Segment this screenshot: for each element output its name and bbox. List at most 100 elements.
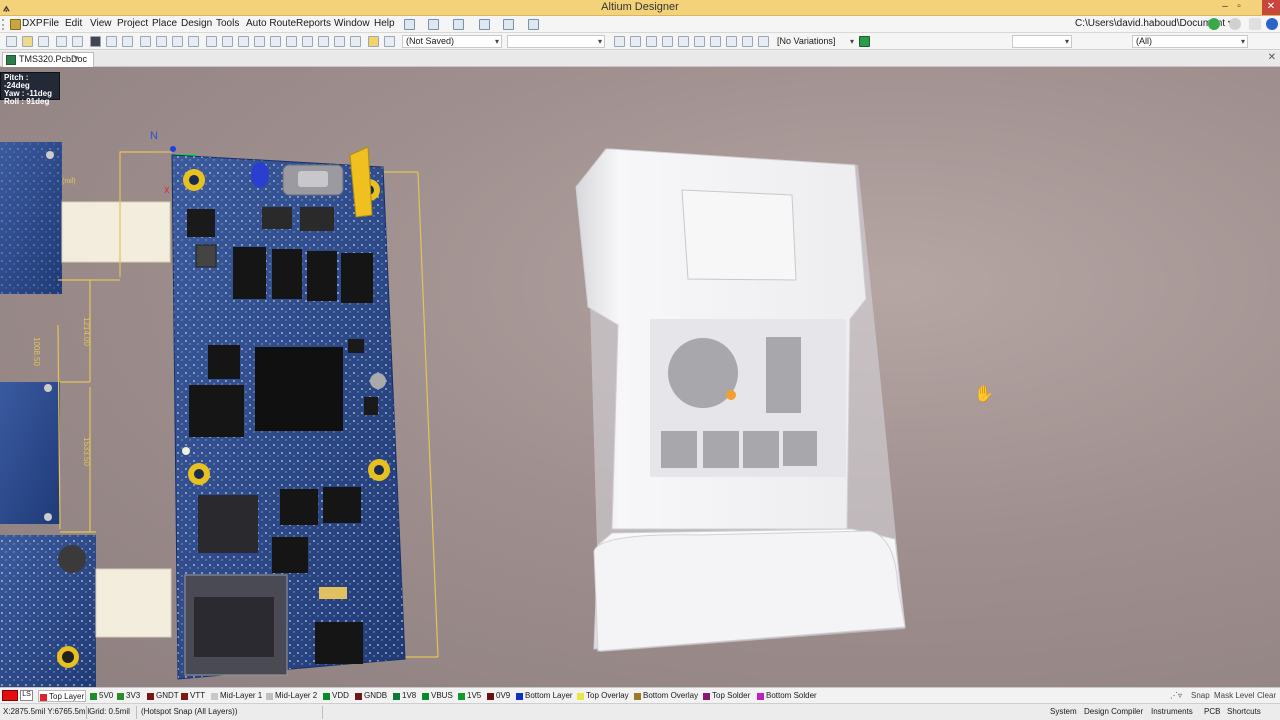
minimize-icon[interactable]: – (1218, 0, 1232, 15)
clear-filter-icon[interactable] (318, 36, 329, 47)
layer-tab[interactable]: Mid-Layer 1 (210, 690, 263, 702)
3d-view-icon[interactable] (90, 36, 101, 47)
variations-combo[interactable]: [No Variations] (773, 35, 857, 48)
interactive-route-icon[interactable] (614, 36, 625, 47)
open-folder-icon[interactable] (22, 36, 33, 47)
help-globe-icon[interactable] (1266, 18, 1278, 30)
move-icon[interactable] (286, 36, 297, 47)
new-doc-icon[interactable] (6, 36, 17, 47)
close-icon[interactable]: ✕ (1262, 0, 1280, 15)
deselect-icon[interactable] (302, 36, 313, 47)
pcb-3d-viewport[interactable]: 1008.50 1214.00 1533.50 (mil) N X ✋ Pitc… (0, 67, 1280, 687)
layer-tab[interactable]: 1V8 (392, 690, 419, 702)
home-icon[interactable] (1249, 18, 1261, 30)
layer-tab[interactable]: VTT (180, 690, 208, 702)
panel-design-compiler[interactable]: Design Compiler (1084, 707, 1143, 716)
diff-pair-route-icon[interactable] (630, 36, 641, 47)
region-icon[interactable] (726, 36, 737, 47)
print-preview-icon[interactable] (72, 36, 83, 47)
menu-dxp[interactable]: DXP (22, 18, 43, 29)
distribute-icon[interactable] (479, 19, 490, 30)
save-state-combo[interactable]: (Not Saved) (402, 35, 502, 48)
string-icon[interactable] (742, 36, 753, 47)
redo-icon[interactable] (350, 36, 361, 47)
fill-icon[interactable] (694, 36, 705, 47)
forward-nav-icon[interactable] (1208, 18, 1220, 30)
menu-window[interactable]: Window (334, 18, 370, 29)
toolbar-grip[interactable] (2, 19, 6, 30)
current-layer-swatch[interactable] (2, 690, 18, 701)
menu-view[interactable]: View (90, 18, 112, 29)
toggle-units-icon[interactable] (384, 36, 395, 47)
blank-combo[interactable] (507, 35, 605, 48)
layer-tab[interactable]: 5V0 (89, 690, 114, 702)
layer-tab[interactable]: Bottom Layer (515, 690, 574, 702)
grid-icon[interactable] (528, 19, 539, 30)
mask-level-toggle[interactable]: Mask Level (1214, 690, 1254, 702)
variant-manager-icon[interactable] (859, 36, 870, 47)
menu-design[interactable]: Design (181, 18, 212, 29)
maximize-icon[interactable]: ▫ (1232, 0, 1246, 15)
clear-button[interactable]: Clear (1257, 690, 1276, 702)
menu-tools[interactable]: Tools (216, 18, 239, 29)
back-nav-icon[interactable] (1229, 18, 1241, 30)
menu-auto-route[interactable]: Auto Route (246, 18, 296, 29)
layer-tab[interactable]: Bottom Solder (756, 690, 817, 702)
select-inside-icon[interactable] (270, 36, 281, 47)
align-icon[interactable] (428, 19, 439, 30)
menu-edit[interactable]: Edit (65, 18, 82, 29)
layer-tab[interactable]: Top Overlay (576, 690, 631, 702)
menu-reports[interactable]: Reports (296, 18, 331, 29)
cross-probe-icon[interactable] (368, 36, 379, 47)
polygon-icon[interactable] (710, 36, 721, 47)
zoom-fit-icon[interactable] (172, 36, 183, 47)
layer-set-combo[interactable] (1012, 35, 1072, 48)
component-icon[interactable] (758, 36, 769, 47)
layer-tab[interactable]: Top Solder (702, 690, 754, 702)
close-document-icon[interactable]: ✕ (1268, 52, 1276, 63)
layer-tab[interactable]: 3V3 (116, 690, 144, 702)
layer-tab[interactable]: VBUS (421, 690, 455, 702)
panel-instruments[interactable]: Instruments (1151, 707, 1193, 716)
zoom-filter-icon[interactable] (188, 36, 199, 47)
menu-file[interactable]: File (43, 18, 59, 29)
undo-icon[interactable] (334, 36, 345, 47)
board-icon[interactable] (122, 36, 133, 47)
zoom-area-icon[interactable] (140, 36, 151, 47)
panel-system[interactable]: System (1050, 707, 1077, 716)
layer-options-icon[interactable]: ⋰▿ (1170, 690, 1182, 702)
save-icon[interactable] (38, 36, 49, 47)
copy-icon[interactable] (222, 36, 233, 47)
menu-help[interactable]: Help (374, 18, 395, 29)
layer-filter-combo[interactable]: (All) (1132, 35, 1248, 48)
dxp-icon[interactable] (10, 19, 21, 30)
layer-tab[interactable]: 1V5 (457, 690, 484, 702)
via-icon[interactable] (662, 36, 673, 47)
layer-tab[interactable]: Mid-Layer 2 (265, 690, 320, 702)
room-icon[interactable] (503, 19, 514, 30)
zoom-selected-icon[interactable] (156, 36, 167, 47)
layer-tab[interactable]: GNDB (354, 690, 390, 702)
layers-icon[interactable] (106, 36, 117, 47)
layer-tab[interactable]: GNDT (146, 690, 179, 702)
snap-toggle[interactable]: Snap (1191, 690, 1210, 702)
print-icon[interactable] (56, 36, 67, 47)
panel-pcb[interactable]: PCB (1204, 707, 1220, 716)
layer-tab[interactable]: Bottom Overlay (633, 690, 700, 702)
document-tab[interactable]: TMS320.PcbDoc (2, 52, 95, 67)
layer-tab[interactable]: Top Layer (38, 690, 86, 702)
layer-tab[interactable]: VDD (322, 690, 352, 702)
rubber-stamp-icon[interactable] (254, 36, 265, 47)
layer-tab[interactable]: 0V9 (486, 690, 513, 702)
tab-pin-icon[interactable]: ▾ (74, 53, 79, 64)
multi-route-icon[interactable] (646, 36, 657, 47)
layer-sets-icon[interactable]: LS (20, 690, 33, 701)
place-pad-icon[interactable] (453, 19, 464, 30)
menu-project[interactable]: Project (117, 18, 148, 29)
menu-place[interactable]: Place (152, 18, 177, 29)
paste-icon[interactable] (238, 36, 249, 47)
cut-icon[interactable] (206, 36, 217, 47)
route-icon[interactable] (404, 19, 415, 30)
arc-icon[interactable] (678, 36, 689, 47)
panel-shortcuts[interactable]: Shortcuts (1227, 707, 1261, 716)
